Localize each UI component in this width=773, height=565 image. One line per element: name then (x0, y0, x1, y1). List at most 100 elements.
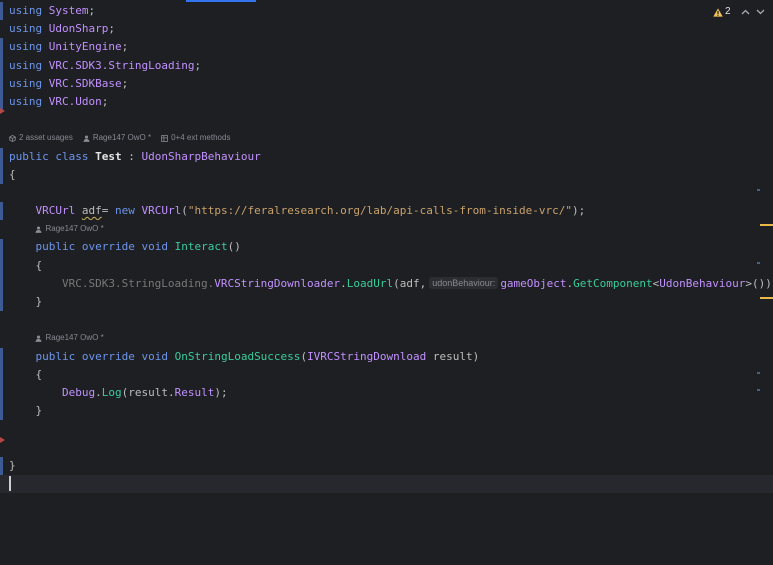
warning-stripe-marker[interactable] (760, 297, 773, 299)
code-token-punctuation[interactable] (42, 22, 49, 35)
code-token-keyword[interactable]: void (141, 350, 168, 363)
codevision-author[interactable]: Rage147 OwO * (35, 333, 104, 343)
code-token-namespace[interactable]: UdonSharp (49, 22, 109, 35)
code-token-keyword[interactable]: public (9, 150, 49, 163)
vcs-deleted-marker[interactable] (0, 108, 5, 114)
vcs-modified-marker[interactable] (0, 38, 3, 111)
code-token-punctuation[interactable] (42, 77, 49, 90)
code-token-type[interactable]: VRCStringDownloader (214, 277, 340, 290)
code-token-punctuation[interactable]: , (420, 277, 427, 290)
warning-icon[interactable] (713, 8, 723, 17)
codevision-ext-methods[interactable]: 0+4 ext methods (161, 133, 230, 143)
code-token-keyword[interactable]: using (9, 77, 42, 90)
code-line[interactable]: VRCUrl adf= new VRCUrl("https://feralres… (9, 202, 773, 220)
codevision-row[interactable]: 2 asset usages Rage147 OwO * 0+4 ext metho… (9, 129, 773, 147)
code-token-punctuation[interactable]: . (95, 386, 102, 399)
code-token-keyword[interactable]: class (55, 150, 88, 163)
code-token-keyword[interactable]: override (82, 240, 135, 253)
code-token-punctuation[interactable]: } (9, 459, 16, 472)
code-token-punctuation[interactable]: ; (122, 40, 129, 53)
code-line[interactable]: { (9, 166, 773, 184)
code-token-keyword[interactable]: public (35, 240, 75, 253)
code-token-keyword[interactable]: using (9, 4, 42, 17)
warning-count[interactable]: 2 (725, 5, 731, 19)
code-area[interactable]: using System; using UdonSharp; using Unity… (0, 2, 773, 565)
code-token-type[interactable]: UdonBehaviour (659, 277, 745, 290)
code-token-punctuation[interactable] (75, 240, 82, 253)
code-token-type[interactable]: VRCUrl (35, 204, 75, 217)
code-line[interactable]: public override void Interact() (9, 238, 773, 256)
code-token-method[interactable]: GetComponent (573, 277, 652, 290)
code-token-punctuation[interactable]: . (340, 277, 347, 290)
code-line[interactable]: { (9, 366, 773, 384)
info-stripe-marker[interactable] (757, 189, 760, 191)
code-token-namespace[interactable]: VRC.SDKBase (49, 77, 122, 90)
code-line[interactable] (9, 311, 773, 329)
code-token-property[interactable]: Result (175, 386, 215, 399)
vcs-modified-marker[interactable] (0, 148, 3, 184)
code-line[interactable] (9, 420, 773, 438)
code-token-punctuation[interactable] (42, 4, 49, 17)
code-line[interactable]: using VRC.SDK3.StringLoading; (9, 57, 773, 75)
code-token-punctuation[interactable]: ; (108, 22, 115, 35)
code-line[interactable]: public override void OnStringLoadSuccess… (9, 348, 773, 366)
code-token-punctuation[interactable] (42, 59, 49, 72)
code-line[interactable]: using UdonSharp; (9, 20, 773, 38)
code-token-punctuation[interactable] (42, 40, 49, 53)
code-token-punctuation[interactable] (426, 350, 433, 363)
code-line[interactable]: VRC.SDK3.StringLoading.VRCStringDownload… (9, 275, 773, 293)
code-token-keyword[interactable]: override (82, 350, 135, 363)
code-token-punctuation[interactable]: : (122, 150, 142, 163)
code-line[interactable] (9, 439, 773, 457)
code-line[interactable] (9, 184, 773, 202)
code-token-punctuation[interactable]: ; (102, 95, 109, 108)
warning-stripe-marker[interactable] (760, 224, 773, 226)
current-code-line[interactable] (0, 474, 773, 494)
code-token-punctuation[interactable] (168, 350, 175, 363)
code-token-method[interactable]: Interact (175, 240, 228, 253)
code-line[interactable]: using VRC.Udon; (9, 93, 773, 111)
code-token-punctuation[interactable]: ; (122, 77, 129, 90)
code-token-keyword[interactable]: new (115, 204, 135, 217)
code-token-punctuation[interactable]: () (228, 240, 241, 253)
code-token-type[interactable]: UdonSharpBehaviour (142, 150, 261, 163)
code-token-punctuation[interactable] (168, 240, 175, 253)
code-token-punctuation[interactable]: ( (393, 277, 400, 290)
code-token-punctuation[interactable] (42, 95, 49, 108)
code-token-class-name[interactable]: Test (95, 150, 122, 163)
vcs-modified-marker[interactable] (0, 239, 3, 311)
code-token-redundant-qualifier[interactable]: VRC.SDK3.StringLoading. (62, 277, 214, 290)
code-token-punctuation[interactable]: . (168, 386, 175, 399)
code-token-punctuation[interactable]: ; (89, 4, 96, 17)
codevision-author[interactable]: Rage147 OwO * (35, 224, 104, 234)
vcs-deleted-marker[interactable] (0, 437, 5, 443)
code-token-namespace[interactable]: VRC.Udon (49, 95, 102, 108)
code-token-punctuation[interactable]: ); (572, 204, 585, 217)
previous-highlight-button[interactable] (741, 9, 750, 15)
code-token-punctuation[interactable] (75, 350, 82, 363)
code-token-type[interactable]: Debug (62, 386, 95, 399)
code-token-punctuation[interactable]: = (102, 204, 115, 217)
code-token-namespace[interactable]: System (49, 4, 89, 17)
code-line[interactable]: public class Test : UdonSharpBehaviour (9, 148, 773, 166)
code-token-method[interactable]: LoadUrl (347, 277, 393, 290)
info-stripe-marker[interactable] (757, 262, 760, 264)
code-line[interactable] (9, 111, 773, 129)
codevision-row[interactable]: Rage147 OwO * (9, 329, 773, 347)
code-token-keyword[interactable]: using (9, 95, 42, 108)
code-token-namespace[interactable]: UnityEngine (49, 40, 122, 53)
code-line[interactable]: { (9, 257, 773, 275)
code-token-keyword[interactable]: void (141, 240, 168, 253)
vcs-modified-marker[interactable] (0, 2, 3, 20)
code-token-punctuation[interactable]: } (35, 295, 42, 308)
code-token-type[interactable]: IVRCStringDownload (307, 350, 426, 363)
vcs-modified-marker[interactable] (0, 202, 3, 220)
codevision-author[interactable]: Rage147 OwO * (83, 133, 151, 143)
code-line[interactable]: Debug.Log(result.Result); (9, 384, 773, 402)
code-token-property[interactable]: gameObject (500, 277, 566, 290)
code-token-string[interactable]: "https://feralresearch.org/lab/api-calls… (188, 204, 572, 217)
code-token-punctuation[interactable]: ) (473, 350, 480, 363)
code-token-keyword[interactable]: using (9, 22, 42, 35)
code-token-punctuation[interactable]: { (9, 168, 16, 181)
code-line[interactable]: } (9, 457, 773, 475)
